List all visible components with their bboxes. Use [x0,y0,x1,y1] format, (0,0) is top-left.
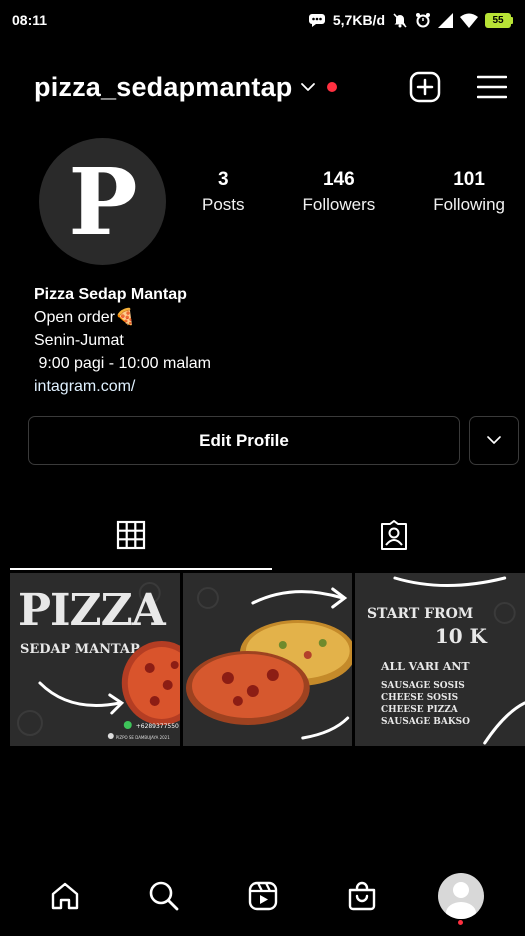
post-thumbnail-1[interactable]: PIZZA SEDAP MANTAP +6289377550 PIZPO SE … [10,573,180,746]
battery-icon: 55 [485,12,513,28]
following-count: 101 [453,168,485,190]
bio-line-2: Senin-Jumat [34,332,124,349]
following-label: Following [433,194,505,214]
profile-stats: 3 Posts 146 Followers 101 Following [202,168,505,216]
post-3-item-2: CHEESE SOSIS [381,693,458,703]
profile-summary: P 3 Posts 146 Followers 101 Following [39,138,505,265]
status-bar: 08:11 5,7KB/d 55 [0,0,525,40]
bottom-navigation [0,856,525,936]
followers-count: 146 [323,168,355,190]
battery-level: 55 [485,12,511,28]
post-thumbnail-3[interactable]: START FROM 10 K ALL VARI ANT SAUSAGE SOS… [355,573,525,746]
edit-profile-button[interactable]: Edit Profile [28,416,460,465]
profile-bio: Pizza Sedap Mantap Open order🍕 Senin-Jum… [34,283,211,398]
alarm-icon [415,12,431,28]
nav-profile[interactable] [436,871,486,925]
nav-search[interactable] [139,871,189,921]
menu-icon[interactable] [477,74,507,100]
post-3-item-3: CHEESE PIZZA [381,705,459,715]
profile-avatar-large[interactable]: P [39,138,166,265]
bio-line-3: 9:00 pagi - 10:00 malam [34,355,211,372]
post-3-heading-1: START FROM [367,606,473,622]
stat-posts[interactable]: 3 Posts [202,168,245,216]
mute-bell-icon [392,12,408,28]
posts-grid: PIZZA SEDAP MANTAP +6289377550 PIZPO SE … [10,573,525,746]
chevron-down-icon[interactable] [300,82,316,92]
home-icon [50,881,80,911]
tab-grid[interactable] [0,512,263,570]
avatar-letter: P [68,148,137,256]
network-speed: 5,7KB/d [332,12,385,28]
post-3-item-1: SAUSAGE SOSIS [381,681,465,691]
wifi-icon [460,13,478,28]
followers-label: Followers [302,194,376,214]
profile-avatar [437,873,484,919]
post-3-heading-2: 10 K [435,624,488,648]
posts-count: 3 [217,168,229,190]
nav-home[interactable] [40,871,90,921]
chevron-down-icon [487,436,501,445]
tab-tagged[interactable] [263,512,525,570]
signal-icon [438,12,453,28]
shop-icon [346,880,378,912]
status-icons: 5,7KB/d 55 [308,12,513,28]
active-tab-indicator [10,568,272,570]
bio-link[interactable]: intagram.com/ [34,375,211,398]
content-tabs [0,512,525,570]
post-thumbnail-2[interactable] [182,573,353,746]
suggested-accounts-button[interactable] [469,416,519,465]
account-switcher[interactable]: pizza_sedapmantap [34,71,338,103]
profile-notification-dot [458,920,463,925]
new-post-icon[interactable] [409,71,441,103]
nav-shop[interactable] [337,871,387,921]
posts-label: Posts [202,194,245,214]
bio-name: Pizza Sedap Mantap [34,286,187,303]
username: pizza_sedapmantap [34,71,293,102]
notification-dot [327,82,338,92]
stat-following[interactable]: 101 Following [433,168,505,216]
post-1-phone: +6289377550 [136,723,179,730]
profile-header: pizza_sedapmantap [34,62,507,112]
post-1-footer: PIZPO SE DAMBUJAYA 2021 [116,735,170,740]
bio-line-1: Open order🍕 [34,309,135,326]
tagged-icon [378,520,410,552]
search-icon [148,880,180,912]
reels-icon [247,880,279,912]
status-time: 08:11 [12,12,48,28]
nav-reels[interactable] [238,871,288,921]
stat-followers[interactable]: 146 Followers [302,168,375,216]
post-3-list-title: ALL VARI ANT [380,660,470,673]
chat-notification-icon [308,13,326,27]
post-1-subtitle: SEDAP MANTAP [20,642,140,657]
post-3-item-4: SAUSAGE BAKSO [381,717,470,727]
post-1-title: PIZZA [18,585,167,636]
grid-icon [116,520,146,550]
